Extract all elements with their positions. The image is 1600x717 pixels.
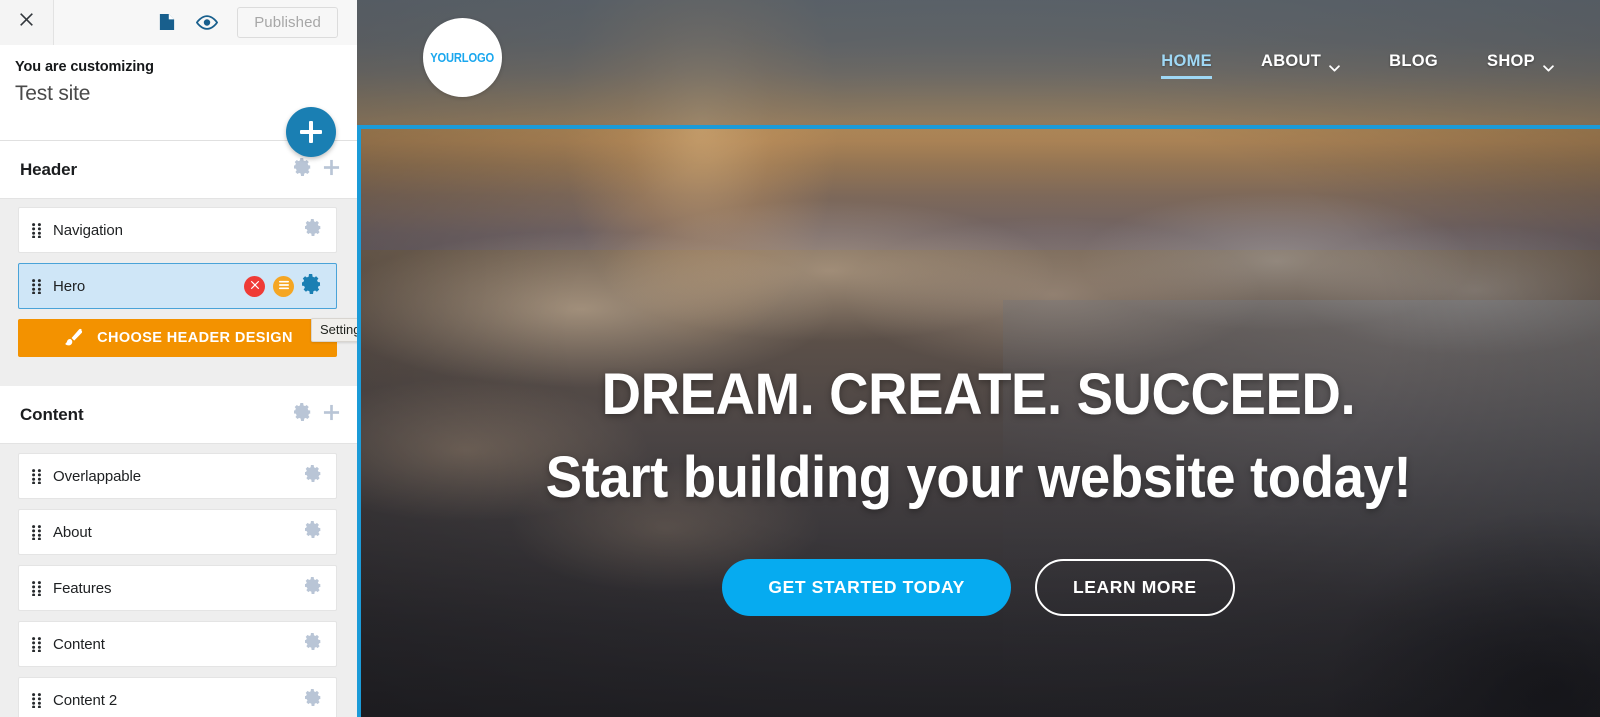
section-row-about[interactable]: About — [18, 509, 337, 555]
drag-handle-icon[interactable] — [32, 636, 41, 652]
header-section-rows: Navigation Hero — [0, 199, 357, 309]
gear-icon[interactable] — [305, 465, 322, 487]
section-row-label: Overlappable — [53, 467, 142, 485]
learn-more-button[interactable]: LEARN MORE — [1034, 559, 1235, 616]
section-row-actions — [244, 273, 322, 299]
section-row-label: Content 2 — [53, 691, 118, 709]
drag-handle-icon[interactable] — [32, 580, 41, 596]
section-divider — [0, 357, 357, 386]
site-logo-text: YOURLOGO — [430, 50, 495, 65]
gear-icon[interactable] — [305, 521, 322, 543]
section-row-label: Hero — [53, 277, 86, 295]
nav-item-shop[interactable]: SHOP — [1487, 52, 1554, 76]
close-circle-icon — [250, 277, 260, 295]
drag-handle-icon[interactable] — [32, 222, 41, 238]
chevron-down-icon — [1329, 58, 1340, 72]
drag-handle-icon[interactable] — [32, 524, 41, 540]
section-row-overlappable[interactable]: Overlappable — [18, 453, 337, 499]
plus-icon[interactable] — [323, 404, 340, 426]
hero-heading-line-1: DREAM. CREATE. SUCCEED. — [601, 362, 1356, 427]
gear-icon[interactable] — [305, 219, 322, 241]
delete-section-button[interactable] — [244, 275, 265, 297]
gear-icon[interactable] — [302, 273, 322, 299]
section-row-label: Content — [53, 635, 105, 653]
drag-handle-icon[interactable] — [32, 692, 41, 708]
section-row-hero[interactable]: Hero — [18, 263, 337, 309]
site-preview: YOURLOGO HOME ABOUT BLOG SHOP DREAM. CRE… — [357, 0, 1600, 717]
gear-icon[interactable] — [294, 158, 312, 181]
hero-heading: DREAM. CREATE. SUCCEED. Start building y… — [546, 353, 1412, 519]
close-icon — [19, 12, 34, 32]
paintbrush-icon — [62, 327, 84, 349]
section-row-actions — [305, 219, 322, 241]
nav-item-label: BLOG — [1389, 51, 1439, 70]
plus-icon[interactable] — [323, 159, 340, 181]
section-header-content: Content — [0, 386, 357, 444]
preview-button[interactable] — [187, 0, 227, 45]
gear-icon[interactable] — [294, 403, 312, 426]
section-row-actions — [305, 633, 322, 655]
nav-item-label: SHOP — [1487, 51, 1535, 70]
gear-icon[interactable] — [305, 633, 322, 655]
customizing-panel: You are customizing Test site — [0, 45, 357, 157]
section-row-navigation[interactable]: Navigation — [18, 207, 337, 253]
section-row-actions — [305, 521, 322, 543]
hero-heading-line-2: Start building your website today! — [545, 445, 1412, 510]
section-title: Content — [20, 404, 84, 424]
hero-section: DREAM. CREATE. SUCCEED. Start building y… — [357, 127, 1600, 717]
section-row-content[interactable]: Content — [18, 621, 337, 667]
document-icon — [159, 13, 175, 31]
hero-selection-highlight-left — [357, 125, 361, 717]
nav-item-about[interactable]: ABOUT — [1261, 52, 1340, 76]
drag-handle-icon[interactable] — [32, 278, 41, 294]
close-button[interactable] — [0, 0, 54, 45]
nav-item-home[interactable]: HOME — [1161, 51, 1212, 79]
hamburger-circle-icon — [278, 277, 290, 295]
hero-cta-group: GET STARTED TODAY LEARN MORE — [722, 559, 1235, 616]
site-logo[interactable]: YOURLOGO — [423, 18, 502, 97]
site-name: Test site — [15, 82, 91, 105]
section-row-actions — [305, 577, 322, 599]
chevron-down-icon — [1543, 58, 1554, 72]
section-actions — [294, 403, 340, 426]
sidebar-topbar-actions: Published — [54, 0, 357, 45]
site-navbar: YOURLOGO HOME ABOUT BLOG SHOP — [357, 0, 1600, 127]
section-row-actions — [305, 689, 322, 711]
customizer-app: Published You are customizing Test site … — [0, 0, 1600, 717]
section-row-label: Features — [53, 579, 112, 597]
choose-header-design-label: CHOOSE HEADER DESIGN — [97, 330, 293, 346]
customizing-kicker: You are customizing — [15, 59, 154, 75]
gear-icon[interactable] — [305, 689, 322, 711]
section-title: Header — [20, 159, 78, 179]
section-row-content-2[interactable]: Content 2 — [18, 677, 337, 717]
settings-tooltip: Settings — [311, 318, 357, 342]
document-button[interactable] — [147, 0, 187, 45]
add-section-fab[interactable] — [286, 107, 336, 157]
customizer-sidebar: Published You are customizing Test site … — [0, 0, 357, 717]
gear-icon[interactable] — [305, 577, 322, 599]
choose-header-design-button[interactable]: CHOOSE HEADER DESIGN — [18, 319, 337, 357]
nav-item-label: ABOUT — [1260, 51, 1322, 70]
nav-item-label: HOME — [1161, 51, 1212, 70]
content-section-rows: Overlappable About Features Content Cont… — [0, 444, 357, 717]
section-row-label: About — [53, 523, 92, 541]
nav-item-blog[interactable]: BLOG — [1389, 52, 1438, 76]
section-row-label: Navigation — [53, 221, 123, 239]
published-status-button[interactable]: Published — [237, 6, 338, 38]
sidebar-topbar: Published — [0, 0, 357, 45]
section-row-actions — [305, 465, 322, 487]
section-actions — [294, 158, 340, 181]
section-menu-button[interactable] — [273, 275, 294, 297]
site-nav-menu: HOME ABOUT BLOG SHOP — [1161, 51, 1560, 79]
drag-handle-icon[interactable] — [32, 468, 41, 484]
get-started-button[interactable]: GET STARTED TODAY — [722, 559, 1011, 616]
section-row-features[interactable]: Features — [18, 565, 337, 611]
eye-icon — [196, 14, 219, 30]
hero-selection-highlight-top — [357, 125, 1600, 129]
